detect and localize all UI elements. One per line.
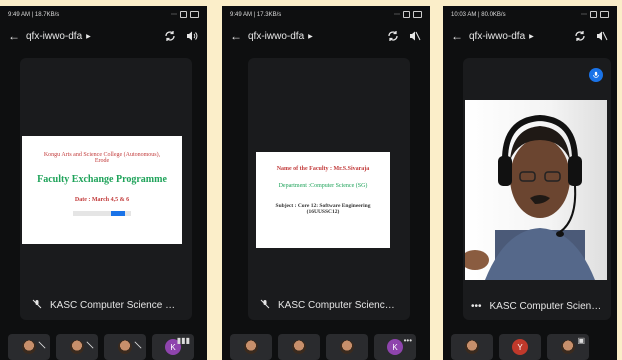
presenter-name: KASC Computer Science U...	[489, 301, 603, 312]
chevron-right-icon: ▶	[308, 33, 313, 40]
speaker-off-icon[interactable]	[595, 29, 609, 43]
status-icons: ⋯	[171, 11, 199, 18]
audio-bars-icon: ▮▮▮	[176, 336, 190, 345]
participant-thumbnails: K •••	[222, 334, 430, 360]
mic-off-icon	[134, 336, 142, 354]
slide-city: Erode	[94, 158, 110, 164]
phone-screen-1: 9:49 AM | 18.7KB/s ⋯ ← qfx-iwwo-dfa ▶ Ko…	[0, 6, 207, 360]
meeting-topbar: ← qfx-iwwo-dfa ▶	[0, 23, 207, 49]
participant-face	[118, 340, 132, 354]
presenter-name: KASC Computer Science U...	[278, 300, 398, 311]
presentation-tile[interactable]: Name of the Faculty : Mr.S.Sivaraja Depa…	[248, 58, 410, 320]
tile-footer: ••• KASC Computer Science U...	[463, 301, 611, 312]
status-time: 9:49 AM | 18.7KB/s	[8, 11, 60, 18]
phone-screen-2: 9:49 AM | 17.3KB/s ⋯ ← qfx-iwwo-dfa ▶ Na…	[222, 6, 430, 360]
status-bar: 10:03 AM | 80.0KB/s ⋯	[443, 6, 617, 23]
meeting-code-label: qfx-iwwo-dfa	[26, 30, 83, 42]
switch-camera-icon[interactable]	[386, 29, 400, 43]
person-figure	[465, 114, 595, 280]
back-arrow-icon[interactable]: ←	[230, 29, 242, 43]
speaker-off-icon[interactable]	[408, 29, 422, 43]
slide-image: Kongu Arts and Science College (Autonomo…	[22, 136, 182, 244]
more-options-icon[interactable]: •••	[471, 301, 482, 312]
slide-department: Department :Computer Science (SG)	[278, 183, 368, 189]
slide-title: Faculty Exchange Programme	[37, 174, 167, 185]
slide-small-bar	[73, 211, 131, 216]
participant-face	[292, 340, 306, 354]
mic-off-icon	[86, 336, 94, 354]
battery-icon	[600, 11, 609, 18]
slide-code: (16UUSSC12)	[306, 209, 340, 215]
more-icon: •••	[403, 336, 412, 345]
speaker-video	[465, 100, 607, 280]
status-icons: ⋯	[394, 11, 422, 18]
participant-face	[465, 340, 479, 354]
participant-face	[561, 340, 575, 354]
wifi-icon	[403, 11, 410, 18]
participant-thumbnail[interactable]	[230, 334, 272, 360]
participant-thumbnail[interactable]	[451, 334, 493, 360]
participant-thumbnail[interactable]	[104, 334, 146, 360]
status-time: 10:03 AM | 80.0KB/s	[451, 11, 506, 18]
notification-dots: ⋯	[171, 12, 177, 18]
status-time: 9:49 AM | 17.3KB/s	[230, 11, 282, 18]
meeting-code[interactable]: qfx-iwwo-dfa ▶	[26, 31, 155, 42]
participant-thumbnail[interactable]	[278, 334, 320, 360]
chevron-right-icon: ▶	[86, 33, 91, 40]
battery-icon	[190, 11, 199, 18]
tile-footer: KASC Computer Science U...	[248, 299, 410, 312]
mic-off-icon	[32, 299, 42, 312]
switch-camera-icon[interactable]	[163, 29, 177, 43]
speaker-icon[interactable]	[185, 29, 199, 43]
wifi-icon	[590, 11, 597, 18]
status-bar: 9:49 AM | 17.3KB/s ⋯	[222, 6, 430, 23]
participant-avatar: K	[387, 339, 403, 355]
tile-footer: KASC Computer Science U...	[20, 299, 192, 312]
participant-thumbnail[interactable]	[326, 334, 368, 360]
slide-date: Date : March 4,5 & 6	[74, 197, 130, 203]
back-arrow-icon[interactable]: ←	[8, 29, 20, 43]
participant-thumbnail[interactable]: K ▮▮▮	[152, 334, 194, 360]
participant-thumbnail[interactable]: Y	[499, 334, 541, 360]
meeting-topbar: ← qfx-iwwo-dfa ▶	[443, 23, 617, 49]
presentation-tile[interactable]: Kongu Arts and Science College (Autonomo…	[20, 58, 192, 320]
notification-dots: ⋯	[581, 12, 587, 18]
participant-face	[340, 340, 354, 354]
participant-thumbnail[interactable]: K •••	[374, 334, 416, 360]
meeting-topbar: ← qfx-iwwo-dfa ▶	[222, 23, 430, 49]
participant-thumbnail[interactable]	[8, 334, 50, 360]
present-screen-icon: ▣	[577, 336, 585, 345]
meeting-code-label: qfx-iwwo-dfa	[248, 30, 305, 42]
participant-avatar: Y	[512, 339, 528, 355]
mic-off-icon	[38, 336, 46, 354]
participant-thumbnail[interactable]: ▣	[547, 334, 589, 360]
speaker-video-tile[interactable]: ••• KASC Computer Science U...	[463, 58, 611, 320]
slide-image: Name of the Faculty : Mr.S.Sivaraja Depa…	[256, 152, 390, 248]
participant-thumbnails: K ▮▮▮	[0, 334, 207, 360]
meeting-code-label: qfx-iwwo-dfa	[469, 30, 526, 42]
back-arrow-icon[interactable]: ←	[451, 29, 463, 43]
participant-face	[22, 340, 36, 354]
participant-face	[70, 340, 84, 354]
meeting-code[interactable]: qfx-iwwo-dfa ▶	[248, 31, 378, 42]
meeting-code[interactable]: qfx-iwwo-dfa ▶	[469, 31, 565, 42]
battery-icon	[413, 11, 422, 18]
presenter-name: KASC Computer Science U...	[50, 300, 180, 311]
slide-bar-accent	[111, 211, 125, 216]
status-bar: 9:49 AM | 18.7KB/s ⋯	[0, 6, 207, 23]
participant-thumbnails: Y ▣	[443, 334, 617, 360]
switch-camera-icon[interactable]	[573, 29, 587, 43]
status-icons: ⋯	[581, 11, 609, 18]
participant-thumbnail[interactable]	[56, 334, 98, 360]
participant-face	[244, 340, 258, 354]
phone-screen-3: 10:03 AM | 80.0KB/s ⋯ ← qfx-iwwo-dfa ▶ •…	[443, 6, 617, 360]
notification-dots: ⋯	[394, 12, 400, 18]
speaking-indicator-icon	[589, 68, 603, 82]
slide-faculty: Name of the Faculty : Mr.S.Sivaraja	[276, 166, 370, 172]
wifi-icon	[180, 11, 187, 18]
mic-off-icon	[260, 299, 270, 312]
chevron-right-icon: ▶	[529, 33, 534, 40]
